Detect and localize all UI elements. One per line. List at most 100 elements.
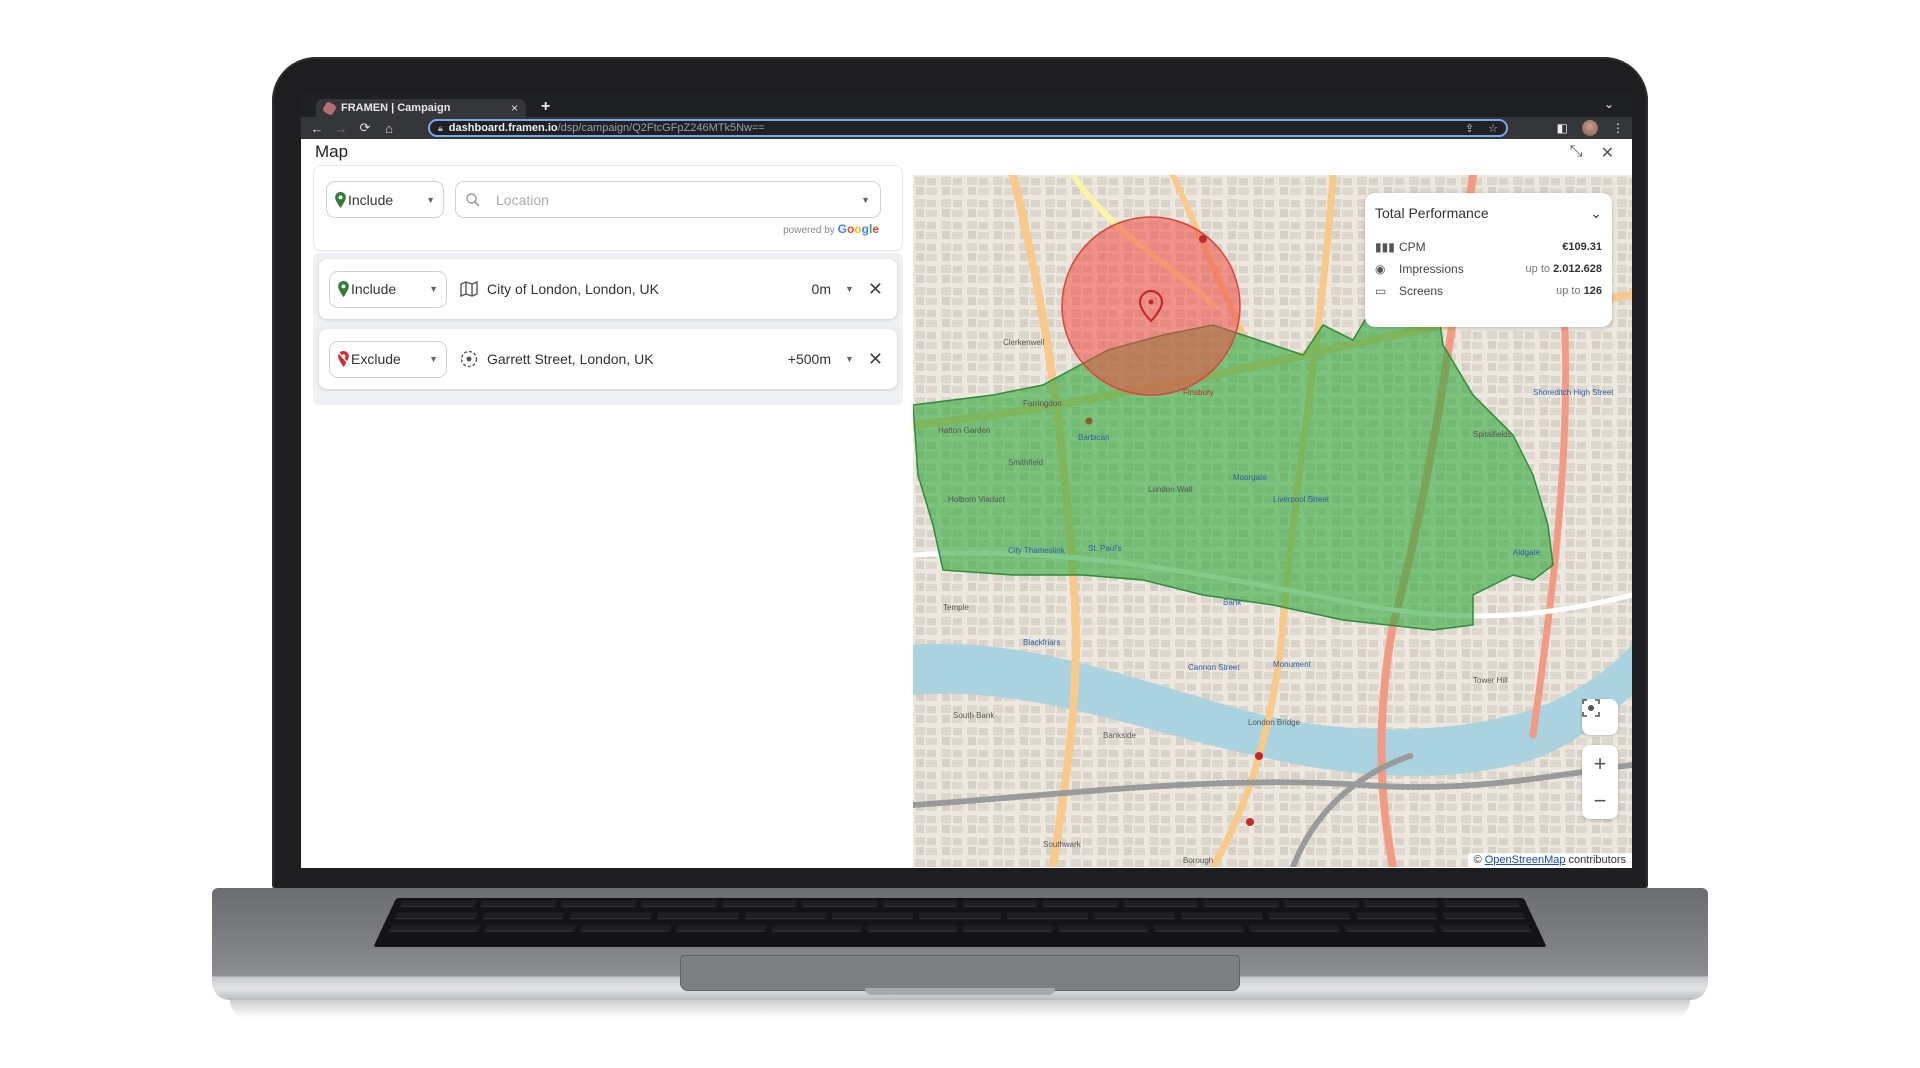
tab-title: FRAMEN | Campaign xyxy=(341,102,451,114)
performance-header[interactable]: Total Performance ⌄ xyxy=(1375,205,1602,222)
laptop-shadow xyxy=(230,1000,1690,1018)
svg-text:Clerkenwell: Clerkenwell xyxy=(1003,338,1045,347)
svg-text:Bank: Bank xyxy=(1223,598,1242,607)
rule-mode-select[interactable]: Include ▼ xyxy=(329,270,447,308)
search-mode-select[interactable]: Include ▼ xyxy=(326,181,444,218)
svg-text:Barbican: Barbican xyxy=(1078,433,1110,442)
rule-item-include: Include ▼ City of London, London, UK 0m … xyxy=(319,259,897,319)
performance-title: Total Performance xyxy=(1375,205,1489,221)
remove-rule-icon[interactable]: ✕ xyxy=(868,349,883,370)
rule-mode-label: Include xyxy=(351,281,397,297)
location-search-card: Include ▼ Location ▼ powered by Google xyxy=(313,165,903,251)
metric-value: up to 126 xyxy=(1556,285,1602,297)
svg-text:Smithfield: Smithfield xyxy=(1008,458,1043,467)
tab-close-icon[interactable]: × xyxy=(511,101,518,115)
svg-text:Tower Hill: Tower Hill xyxy=(1473,676,1508,685)
radius-value: 0m xyxy=(811,281,831,297)
map-dialog: Map ⤡ ✕ Include ▼ Location ▼ powered by … xyxy=(301,139,1632,868)
location-panel: Include ▼ Location ▼ powered by Google I… xyxy=(313,165,903,405)
remove-rule-icon[interactable]: ✕ xyxy=(868,279,883,300)
address-bar[interactable]: 🔒︎ dashboard.framen.io /dsp/campaign/Q2F… xyxy=(428,119,1508,137)
caret-down-icon[interactable]: ▼ xyxy=(861,195,870,205)
url-host: dashboard.framen.io xyxy=(448,122,558,134)
caret-down-icon: ▼ xyxy=(844,284,854,294)
chevron-down-icon[interactable]: ⌄ xyxy=(1590,205,1602,222)
side-panel-icon[interactable]: ◧ xyxy=(1557,121,1568,135)
keyboard xyxy=(373,897,1547,948)
svg-text:St. Paul's: St. Paul's xyxy=(1088,544,1122,553)
svg-text:Cannon Street: Cannon Street xyxy=(1188,663,1240,672)
powered-by-google: powered by Google xyxy=(783,222,879,236)
zoom-control: + − xyxy=(1582,745,1618,819)
search-icon xyxy=(466,192,480,207)
metric-row-screens: ▭ Screens up to 126 xyxy=(1375,280,1602,302)
svg-text:Aldgate: Aldgate xyxy=(1513,548,1541,557)
svg-text:Hatton Garden: Hatton Garden xyxy=(938,426,990,435)
caret-down-icon: ▼ xyxy=(426,194,435,205)
back-arrow-icon[interactable]: ← xyxy=(305,121,329,136)
svg-text:Moorgate: Moorgate xyxy=(1233,473,1267,482)
svg-text:City Thameslink: City Thameslink xyxy=(1008,546,1066,555)
include-pin-icon xyxy=(335,191,346,208)
rule-location-name: City of London, London, UK xyxy=(487,281,660,297)
new-tab-button[interactable]: + xyxy=(541,98,550,116)
map-attribution: © OpenStreenMap contributors xyxy=(1467,853,1632,867)
svg-text:Holborn Viaduct: Holborn Viaduct xyxy=(948,495,1006,504)
focus-target-icon xyxy=(1582,699,1600,717)
bar-chart-icon: ▮▮▮ xyxy=(1375,240,1395,254)
framen-favicon-icon xyxy=(321,100,338,116)
share-icon[interactable]: ⇪ xyxy=(1465,122,1474,135)
svg-text:South Bank: South Bank xyxy=(953,711,995,720)
radius-value: +500m xyxy=(787,351,831,367)
svg-text:Liverpool Street: Liverpool Street xyxy=(1273,495,1330,504)
radius-select[interactable]: 0m ▼ xyxy=(812,281,854,297)
lid-notch xyxy=(865,988,1055,995)
rule-mode-select[interactable]: Exclude ▼ xyxy=(329,340,447,378)
tab-search-chevron-icon[interactable]: ⌄ xyxy=(1604,97,1614,111)
trackpad xyxy=(680,955,1240,991)
forward-arrow-icon[interactable]: → xyxy=(329,121,353,136)
rule-mode-label: Exclude xyxy=(351,351,401,367)
browser-toolbar: ← → ⟳ ⌂ 🔒︎ dashboard.framen.io /dsp/camp… xyxy=(301,117,1632,139)
metric-row-impressions: ◉ Impressions up to 2.012.628 xyxy=(1375,258,1602,280)
map-icon xyxy=(460,281,478,297)
exclude-radius-circle[interactable] xyxy=(1061,216,1241,396)
browser-menu-icon[interactable]: ⋮ xyxy=(1612,121,1624,135)
svg-text:Monument: Monument xyxy=(1273,660,1312,669)
svg-text:Finsbury: Finsbury xyxy=(1183,388,1214,397)
locate-button[interactable] xyxy=(1582,699,1618,735)
profile-avatar[interactable] xyxy=(1582,120,1598,136)
search-mode-label: Include xyxy=(348,191,394,208)
exclude-pin-icon xyxy=(338,351,349,367)
reload-icon[interactable]: ⟳ xyxy=(353,120,377,136)
url-path: /dsp/campaign/Q2FtcGFpZ246MTk5Nw== xyxy=(557,122,765,134)
svg-text:Southwark: Southwark xyxy=(1043,840,1082,849)
tab-bar: FRAMEN | Campaign × + ⌄ xyxy=(301,93,1632,117)
browser-window: FRAMEN | Campaign × + ⌄ ← → ⟳ ⌂ 🔒︎ dashb… xyxy=(301,93,1632,868)
metric-value: up to 2.012.628 xyxy=(1525,263,1602,275)
hospital-marker-icon xyxy=(1255,752,1263,760)
laptop-mockup: FRAMEN | Campaign × + ⌄ ← → ⟳ ⌂ 🔒︎ dashb… xyxy=(0,0,1920,1068)
osm-link[interactable]: OpenStreenMap xyxy=(1485,854,1566,866)
eye-icon: ◉ xyxy=(1375,262,1386,276)
location-input[interactable]: Location ▼ xyxy=(455,181,881,218)
bookmark-star-icon[interactable]: ☆ xyxy=(1488,122,1498,135)
collapse-icon[interactable]: ⤡ xyxy=(1570,143,1583,163)
svg-text:London Bridge: London Bridge xyxy=(1248,718,1301,727)
svg-text:London Wall: London Wall xyxy=(1148,485,1192,494)
browser-tab[interactable]: FRAMEN | Campaign × xyxy=(316,99,526,117)
zoom-in-button[interactable]: + xyxy=(1594,745,1607,782)
rule-item-exclude: Exclude ▼ Garrett Street, London, UK +50… xyxy=(319,329,897,389)
home-icon[interactable]: ⌂ xyxy=(377,121,401,136)
close-icon[interactable]: ✕ xyxy=(1601,143,1614,163)
zoom-out-button[interactable]: − xyxy=(1594,782,1607,819)
map-view[interactable]: Clerkenwell Farringdon Hatton Garden Bar… xyxy=(913,175,1632,867)
lock-icon: 🔒︎ xyxy=(438,122,443,133)
radius-select[interactable]: +500m ▼ xyxy=(788,351,854,367)
metric-value: €109.31 xyxy=(1562,241,1602,253)
hospital-marker-icon xyxy=(1199,235,1207,243)
metric-label: Screens xyxy=(1399,284,1444,298)
page-title: Map xyxy=(315,142,349,161)
rule-list: Include ▼ City of London, London, UK 0m … xyxy=(313,253,903,405)
svg-text:Shoreditch High Street: Shoreditch High Street xyxy=(1533,388,1614,397)
